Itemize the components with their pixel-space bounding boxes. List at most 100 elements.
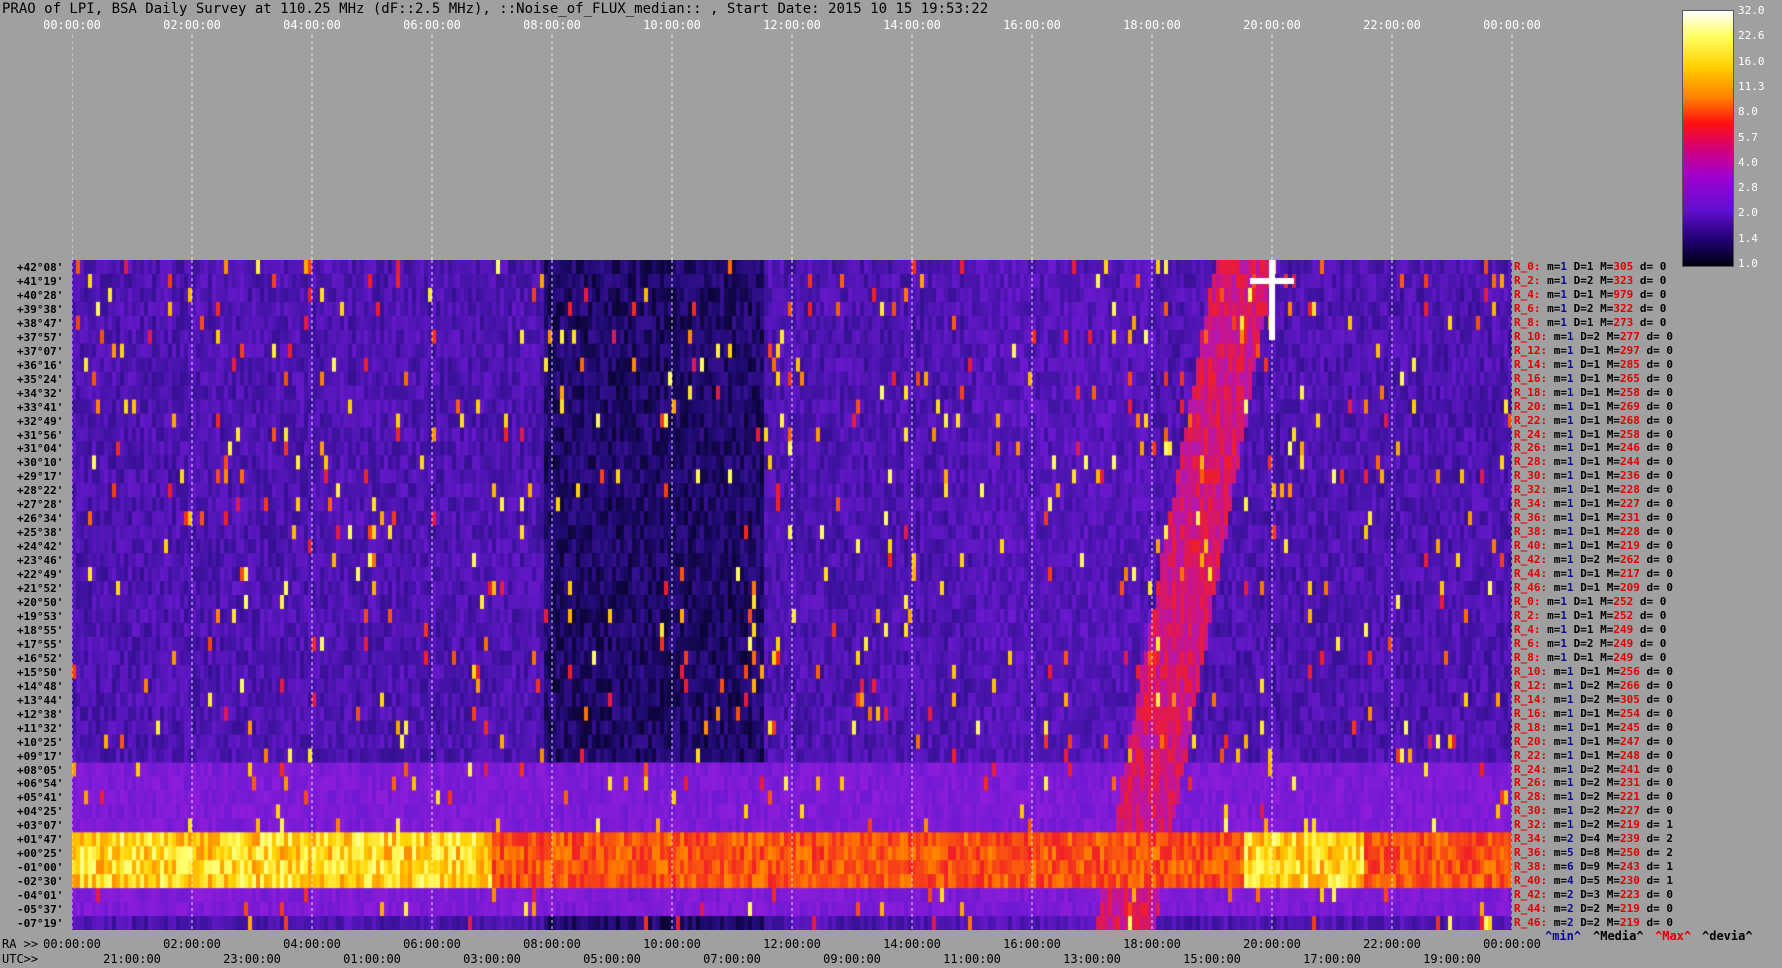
row-stat: R_30: m=1 D=1 M=236 d= 0 [1514, 469, 1673, 483]
row-stat-label: R_40: [1514, 874, 1548, 888]
row-stat-deviation: 0 [1666, 734, 1673, 748]
declination-label: +15°50' [17, 665, 64, 679]
row-stat-max: 256 [1620, 664, 1640, 678]
row-stat-max: 277 [1620, 329, 1640, 343]
row-stat-deviation: 1 [1666, 818, 1673, 832]
row-stat: R_34: m=1 D=1 M=227 d= 0 [1514, 497, 1673, 511]
row-stat: R_6: m=1 D=2 M=322 d= 0 [1514, 301, 1667, 315]
row-stat-median: 1 [1593, 343, 1601, 357]
row-stat-label: R_44: [1514, 567, 1548, 581]
ra-tick-label: 16:00:00 [1003, 937, 1061, 951]
row-stat-max: 227 [1620, 497, 1640, 511]
row-stat-min: 1 [1560, 260, 1567, 273]
utc-tick-label: 17:00:00 [1303, 952, 1361, 966]
colorbar [1682, 10, 1734, 267]
top-tick-label: 00:00:00 [1483, 18, 1541, 32]
row-stat-label: R_16: [1514, 371, 1548, 385]
row-stat-label: R_2: [1514, 273, 1541, 287]
declination-label: +29°17' [17, 470, 64, 484]
row-stat-min: 1 [1567, 720, 1574, 734]
colorbar-tick-label: 2.8 [1738, 181, 1758, 195]
declination-label: +13°44' [17, 693, 64, 707]
row-stat-max: 223 [1620, 888, 1640, 902]
row-stat-label: R_34: [1514, 832, 1548, 846]
row-stat-median: 1 [1593, 399, 1601, 413]
row-stat-deviation: 0 [1666, 371, 1673, 385]
row-stat-median: 2 [1593, 776, 1601, 790]
utc-axis-label: UTC>> [2, 952, 39, 966]
row-stat-deviation: 0 [1666, 776, 1673, 790]
row-stat-max: 247 [1620, 734, 1640, 748]
top-tick-label: 02:00:00 [163, 18, 221, 32]
legend-deviation: ^devia^ [1702, 929, 1753, 943]
row-stat-deviation: 0 [1659, 622, 1667, 636]
row-stat-max: 254 [1620, 706, 1640, 720]
ra-tick-label: 22:00:00 [1363, 937, 1421, 951]
declination-label: +30°10' [17, 456, 64, 470]
row-stat-median: 5 [1593, 874, 1601, 888]
row-stat-min: 1 [1567, 343, 1574, 357]
row-stat: R_4: m=1 D=1 M=249 d= 0 [1514, 622, 1667, 636]
row-stat-label: R_20: [1514, 399, 1548, 413]
row-stat-max: 231 [1620, 776, 1640, 790]
row-stat-min: 1 [1567, 706, 1574, 720]
row-stat: R_42: m=2 D=3 M=223 d= 0 [1514, 888, 1673, 902]
row-stat-deviation: 0 [1666, 692, 1673, 706]
heatmap-plot [72, 260, 1512, 930]
declination-label: +12°38' [17, 707, 64, 721]
row-stat-min: 1 [1567, 525, 1574, 539]
declination-label: +23°46' [17, 554, 64, 568]
row-stat-median: 1 [1586, 315, 1594, 329]
row-stat-median: 1 [1593, 734, 1601, 748]
row-stat: R_16: m=1 D=1 M=265 d= 0 [1514, 371, 1673, 385]
ra-tick-label: 18:00:00 [1123, 937, 1181, 951]
row-stat-median: 1 [1593, 511, 1601, 525]
top-tick-label: 06:00:00 [403, 18, 461, 32]
row-stat: R_40: m=1 D=1 M=219 d= 0 [1514, 539, 1673, 553]
row-stat: R_8: m=1 D=1 M=249 d= 0 [1514, 650, 1667, 664]
row-stat-deviation: 0 [1666, 706, 1673, 720]
ra-tick-label: 02:00:00 [163, 937, 221, 951]
row-stat-min: 1 [1567, 385, 1574, 399]
declination-label: +05°41' [17, 791, 64, 805]
row-stat-max: 221 [1620, 790, 1640, 804]
declination-label: +03°07' [17, 819, 64, 833]
row-stat-max: 243 [1620, 860, 1640, 874]
row-stat-deviation: 0 [1666, 916, 1673, 930]
row-stat-deviation: 0 [1666, 888, 1673, 902]
row-stat-label: R_4: [1514, 622, 1541, 636]
row-stat-min: 1 [1567, 553, 1574, 567]
row-stat-label: R_8: [1514, 650, 1541, 664]
row-stat: R_38: m=1 D=1 M=228 d= 0 [1514, 525, 1673, 539]
row-stat-deviation: 0 [1666, 385, 1673, 399]
row-stat-median: 2 [1586, 273, 1594, 287]
row-stat-max: 252 [1613, 608, 1634, 622]
row-stat-max: 245 [1620, 720, 1640, 734]
row-stat-max: 258 [1620, 427, 1640, 441]
row-stat-label: R_18: [1514, 385, 1548, 399]
row-stat-max: 219 [1620, 902, 1640, 916]
row-stat-label: R_0: [1514, 595, 1541, 608]
row-stat-median: 3 [1593, 888, 1601, 902]
declination-label: +39°38' [17, 302, 64, 316]
row-stat-median: 1 [1586, 622, 1594, 636]
row-stat-min: 1 [1567, 790, 1574, 804]
row-stat-label: R_36: [1514, 846, 1548, 860]
ra-tick-label: 10:00:00 [643, 937, 701, 951]
declination-label: +24°42' [17, 540, 64, 554]
row-stat-min: 1 [1560, 608, 1567, 622]
row-stat-max: 269 [1620, 399, 1640, 413]
ra-tick-label: 00:00:00 [43, 937, 101, 951]
row-stat-median: 1 [1593, 664, 1601, 678]
declination-label: +14°48' [17, 679, 64, 693]
row-stat-min: 5 [1567, 846, 1574, 860]
row-stat-median: 1 [1586, 287, 1594, 301]
row-stat-deviation: 0 [1666, 441, 1673, 455]
declination-label: +00°25' [17, 847, 64, 861]
row-stat-min: 2 [1567, 832, 1574, 846]
row-stat-max: 323 [1613, 273, 1634, 287]
row-stat-median: 1 [1586, 650, 1594, 664]
row-stat-median: 2 [1593, 804, 1601, 818]
row-stat: R_22: m=1 D=1 M=268 d= 0 [1514, 413, 1673, 427]
row-stat-max: 228 [1620, 483, 1640, 497]
